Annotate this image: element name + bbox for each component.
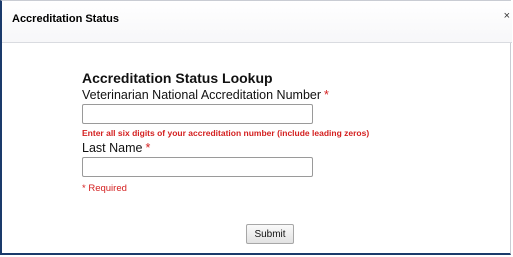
dialog-header: Accreditation Status × <box>2 1 512 43</box>
required-star: * <box>324 88 329 102</box>
lookup-form: Accreditation Status Lookup Veterinarian… <box>82 70 502 194</box>
close-icon[interactable]: × <box>504 10 510 22</box>
last-name-input[interactable] <box>82 157 313 177</box>
submit-button[interactable]: Submit <box>246 224 294 244</box>
accreditation-number-input[interactable] <box>82 104 313 124</box>
accreditation-number-label: Veterinarian National Accreditation Numb… <box>82 88 502 103</box>
accreditation-hint: Enter all six digits of your accreditati… <box>82 128 370 138</box>
required-note-star: * <box>82 183 86 194</box>
last-name-label: Last Name * <box>82 141 502 156</box>
last-name-label-text: Last Name <box>82 141 143 155</box>
required-star: * <box>145 141 151 155</box>
required-note: * Required <box>82 183 502 194</box>
required-note-text: Required <box>88 183 127 194</box>
dialog-title: Accreditation Status <box>12 13 119 25</box>
accreditation-number-label-text: Veterinarian National Accreditation Numb… <box>82 88 322 102</box>
form-heading: Accreditation Status Lookup <box>82 70 273 86</box>
